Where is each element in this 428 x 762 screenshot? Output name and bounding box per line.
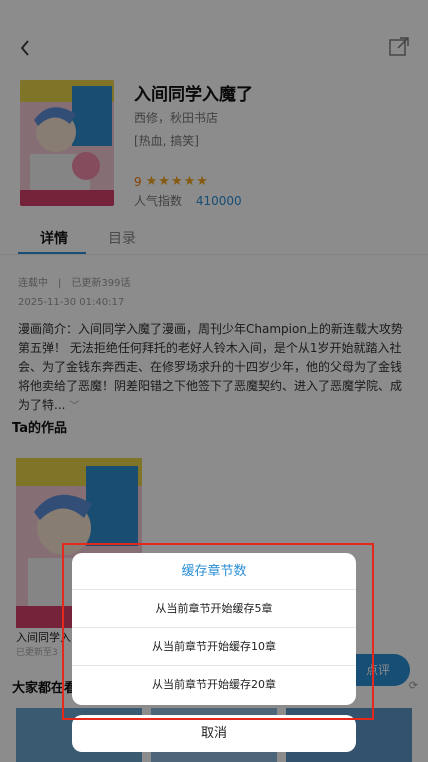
highlight-box: [62, 543, 374, 720]
cancel-button[interactable]: 取消: [72, 715, 356, 752]
